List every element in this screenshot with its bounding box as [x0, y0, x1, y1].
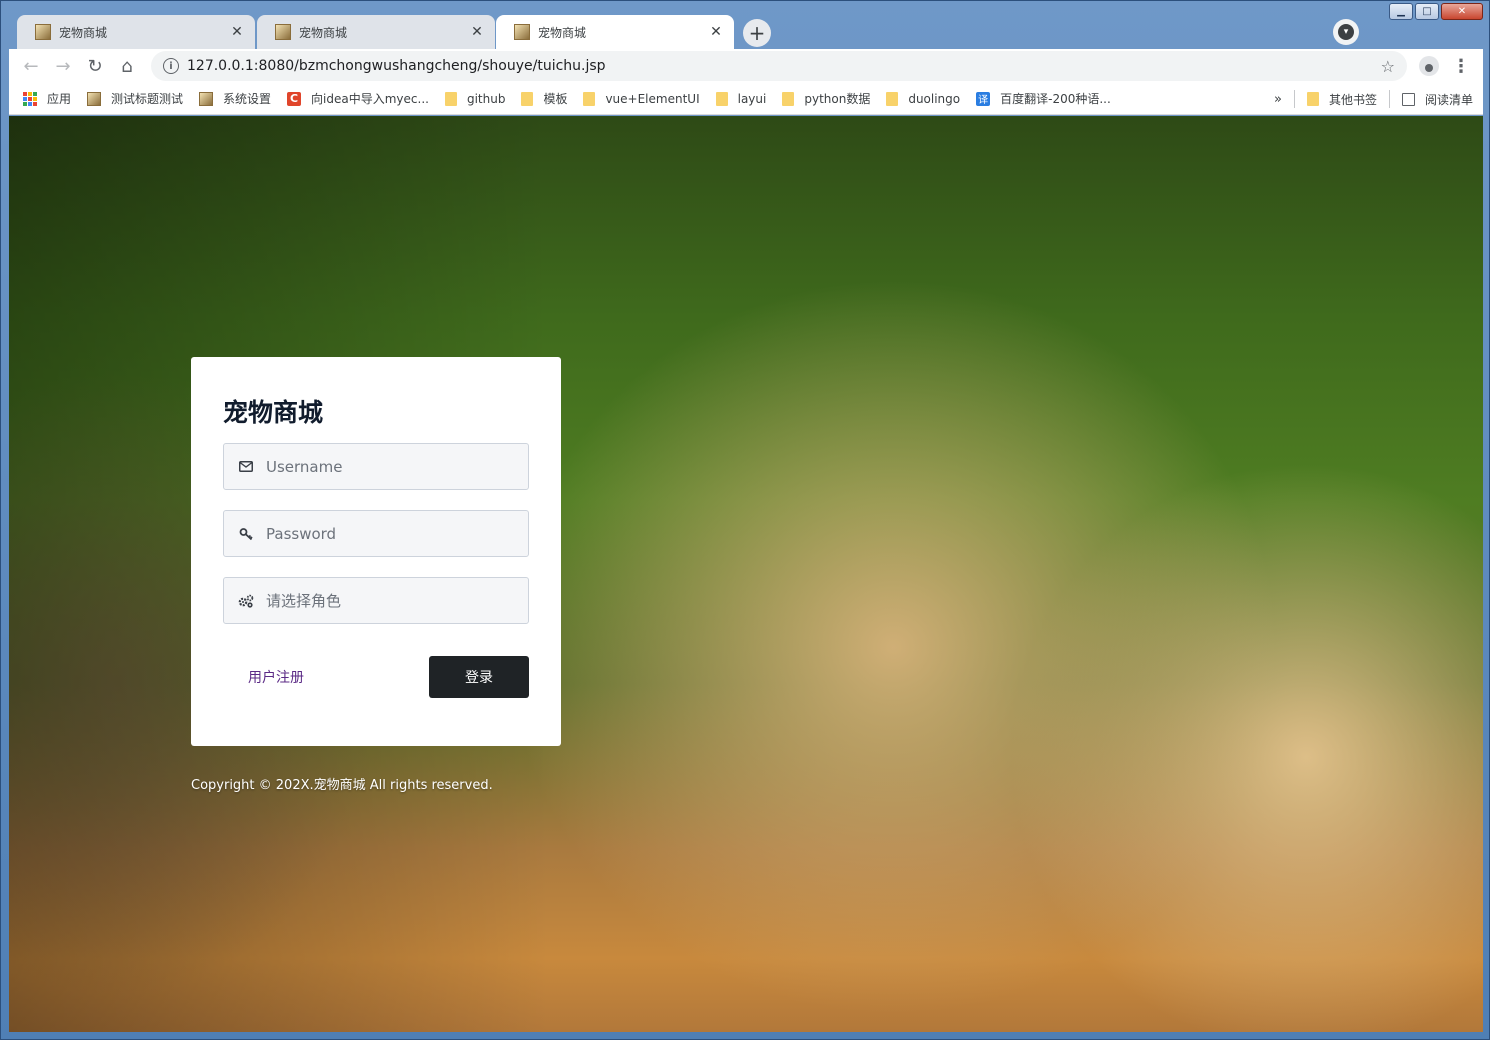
bookmarks-right: » 其他书签 阅读清单: [1274, 83, 1473, 115]
username-field[interactable]: [223, 443, 529, 490]
copyright-text: Copyright © 202X.宠物商城 All rights reserve…: [191, 778, 493, 793]
username-input[interactable]: [266, 457, 514, 476]
page-viewport: 宠物商城 用户注册 登录: [9, 116, 1483, 1032]
page-icon: [199, 91, 214, 106]
tab-favicon-icon: [514, 24, 530, 40]
tab-strip: 宠物商城 ✕ 宠物商城 ✕ 宠物商城 ✕ + ▾: [9, 13, 1483, 49]
bookmark-label: layui: [737, 91, 767, 106]
bookmark-folder-vue[interactable]: vue+ElementUI: [583, 91, 700, 106]
new-tab-button[interactable]: +: [743, 19, 771, 47]
tab-1[interactable]: 宠物商城 ✕: [17, 15, 255, 49]
bookmark-label: 测试标题测试: [111, 92, 184, 106]
register-link[interactable]: 用户注册: [248, 667, 304, 687]
bookmark-item[interactable]: 系统设置: [199, 90, 271, 107]
browser-menu-button[interactable]: ⋮: [1447, 52, 1475, 80]
tab-favicon-icon: [275, 24, 291, 40]
folder-icon: [886, 91, 899, 106]
bookmark-label: 应用: [47, 92, 72, 106]
tab-close-icon[interactable]: ✕: [229, 24, 245, 40]
page-icon: [87, 91, 102, 106]
password-field[interactable]: [223, 510, 529, 557]
key-icon: [238, 526, 254, 542]
folder-icon: [1306, 92, 1319, 106]
divider: [1388, 90, 1390, 108]
divider: [1293, 90, 1295, 108]
apps-icon: [23, 91, 37, 106]
tab-close-icon[interactable]: ✕: [469, 24, 485, 40]
bookmark-item[interactable]: 译 百度翻译-200种语...: [976, 90, 1111, 107]
folder-icon: [521, 91, 534, 106]
reload-button[interactable]: ↻: [79, 50, 111, 82]
tab-search-button[interactable]: ▾: [1333, 19, 1359, 45]
bookmark-item[interactable]: 测试标题测试: [87, 90, 183, 107]
home-button[interactable]: ⌂: [111, 50, 143, 82]
bookmarks-overflow-button[interactable]: »: [1274, 92, 1282, 107]
bookmark-folder-github[interactable]: github: [444, 91, 506, 106]
chevron-down-icon: ▾: [1338, 24, 1354, 40]
address-bar[interactable]: i 127.0.0.1:8080/bzmchongwushangcheng/sh…: [151, 51, 1407, 81]
browser-window: ▁ □ ✕ 宠物商城 ✕ 宠物商城 ✕ 宠物商城 ✕ + ▾ ← → ↻ ⌂ i…: [0, 0, 1490, 1040]
login-button[interactable]: 登录: [429, 656, 529, 698]
bookmark-star-icon[interactable]: ☆: [1381, 57, 1395, 76]
reading-list-button[interactable]: 阅读清单: [1401, 91, 1473, 108]
tab-title: 宠物商城: [538, 25, 587, 40]
tab-2[interactable]: 宠物商城 ✕: [257, 15, 495, 49]
tab-3-active[interactable]: 宠物商城 ✕: [496, 15, 734, 49]
bookmark-label: vue+ElementUI: [605, 91, 700, 106]
tab-title: 宠物商城: [59, 25, 108, 40]
forward-button[interactable]: →: [47, 50, 79, 82]
bookmark-label: 百度翻译-200种语...: [1000, 92, 1111, 106]
url-text[interactable]: 127.0.0.1:8080/bzmchongwushangcheng/shou…: [187, 58, 1381, 74]
role-select-field[interactable]: [223, 577, 529, 624]
avatar-icon: [1419, 56, 1439, 76]
bookmark-label: 其他书签: [1328, 92, 1377, 107]
bookmark-folder-layui[interactable]: layui: [715, 91, 767, 106]
bookmark-folder-duolingo[interactable]: duolingo: [886, 91, 961, 106]
c-logo-icon: C: [287, 91, 302, 106]
tab-favicon-icon: [35, 24, 51, 40]
password-input[interactable]: [266, 524, 514, 543]
tab-close-icon[interactable]: ✕: [708, 24, 724, 40]
tab-title: 宠物商城: [299, 25, 348, 40]
login-title: 宠物商城: [223, 398, 324, 427]
folder-icon: [715, 91, 728, 106]
bookmark-item[interactable]: C 向idea中导入myec...: [287, 90, 429, 107]
bookmark-label: 向idea中导入myec...: [311, 92, 429, 106]
bookmark-folder-python[interactable]: python数据: [782, 90, 870, 107]
folder-icon: [444, 91, 457, 106]
bookmark-apps[interactable]: 应用: [23, 90, 71, 107]
bookmark-label: 系统设置: [223, 92, 272, 106]
bookmarks-bar: 应用 测试标题测试 系统设置 C 向idea中导入myec... github …: [9, 83, 1483, 115]
folder-icon: [583, 91, 596, 106]
bookmark-label: duolingo: [908, 91, 961, 106]
account-button[interactable]: [1415, 52, 1443, 80]
reading-list-icon: [1401, 92, 1415, 106]
login-card: 宠物商城 用户注册 登录: [191, 357, 561, 746]
gears-icon: [238, 593, 254, 609]
bookmark-folder-template[interactable]: 模板: [521, 90, 567, 107]
bookmark-label: python数据: [804, 92, 871, 106]
bookmark-label: github: [466, 91, 506, 106]
bookmark-label: 模板: [543, 92, 568, 106]
translate-icon: 译: [976, 91, 991, 106]
bookmark-label: 阅读清单: [1424, 92, 1473, 107]
site-info-icon[interactable]: i: [163, 58, 179, 74]
browser-toolbar: ← → ↻ ⌂ i 127.0.0.1:8080/bzmchongwushang…: [9, 49, 1483, 83]
bookmark-folder-other[interactable]: 其他书签: [1306, 91, 1377, 108]
back-button[interactable]: ←: [15, 50, 47, 82]
folder-icon: [782, 91, 795, 106]
envelope-icon: [238, 459, 254, 475]
role-select-input[interactable]: [266, 591, 514, 610]
login-actions: 用户注册 登录: [223, 656, 529, 698]
